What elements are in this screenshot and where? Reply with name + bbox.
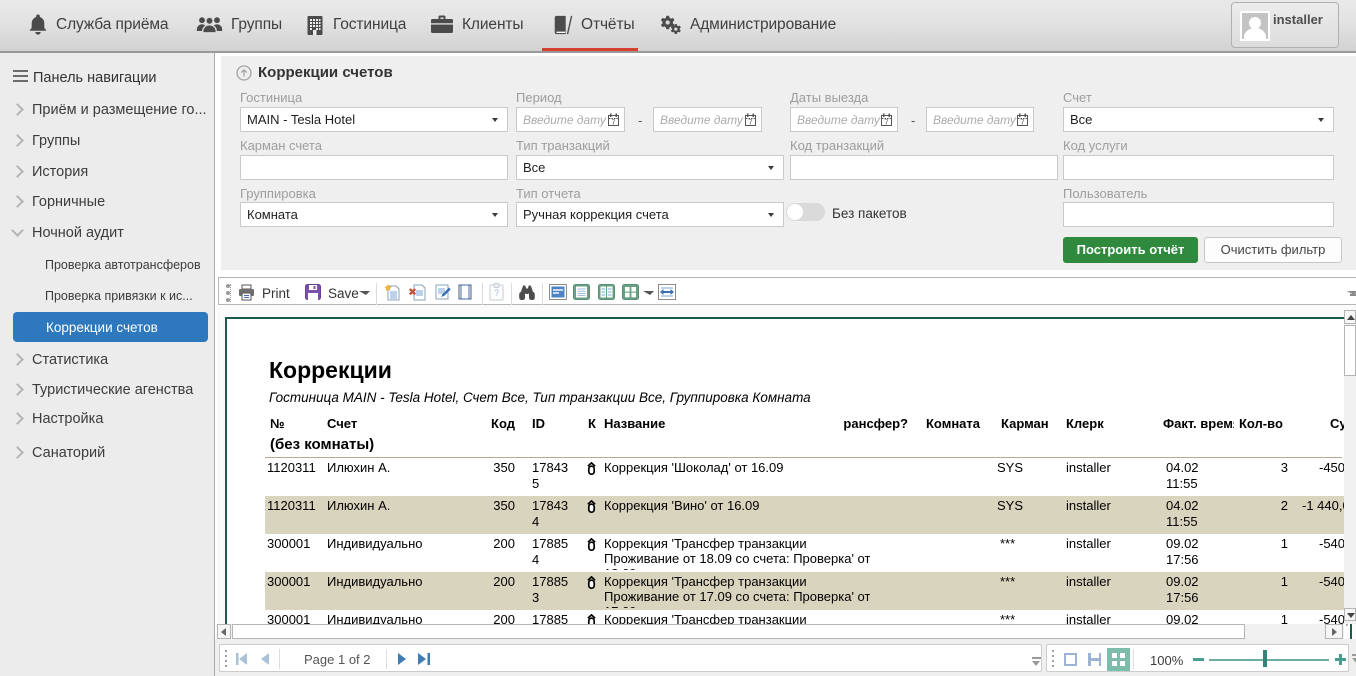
svg-text:7: 7 <box>1020 118 1024 127</box>
svg-text:7: 7 <box>748 118 752 127</box>
svg-text:?: ? <box>494 288 499 298</box>
svg-text:7: 7 <box>611 118 615 127</box>
svg-text:7: 7 <box>884 118 888 127</box>
